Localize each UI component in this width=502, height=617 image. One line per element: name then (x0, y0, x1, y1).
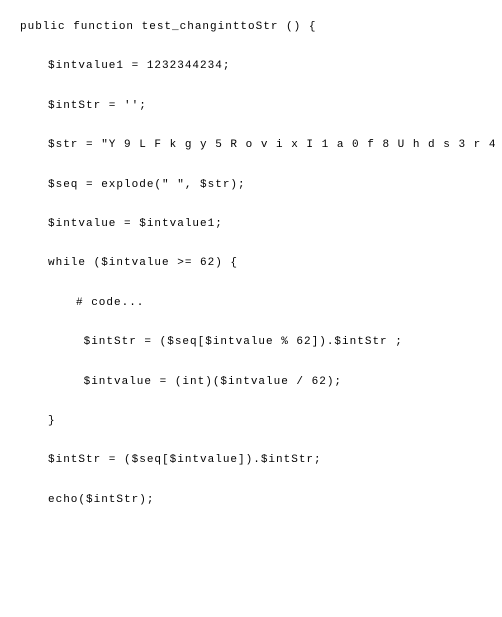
code-line: $intStr = ($seq[$intvalue]).$intStr; (20, 453, 482, 468)
code-line: echo($intStr); (20, 493, 482, 508)
code-line: while ($intvalue >= 62) { (20, 256, 482, 271)
code-line: $str = "Y 9 L F k g y 5 R o v i x I 1 a … (20, 138, 482, 153)
code-line: $intStr = ''; (20, 99, 482, 114)
code-line: # code... (20, 296, 482, 311)
code-line: public function test_changinttoStr () { (20, 20, 482, 35)
code-line: } (20, 414, 482, 429)
code-line: $intvalue = $intvalue1; (20, 217, 482, 232)
code-line: $seq = explode(" ", $str); (20, 178, 482, 193)
code-line: $intvalue = (int)($intvalue / 62); (20, 375, 482, 390)
code-block: public function test_changinttoStr () { … (20, 20, 482, 508)
code-line: $intvalue1 = 1232344234; (20, 59, 482, 74)
code-line: $intStr = ($seq[$intvalue % 62]).$intStr… (20, 335, 482, 350)
